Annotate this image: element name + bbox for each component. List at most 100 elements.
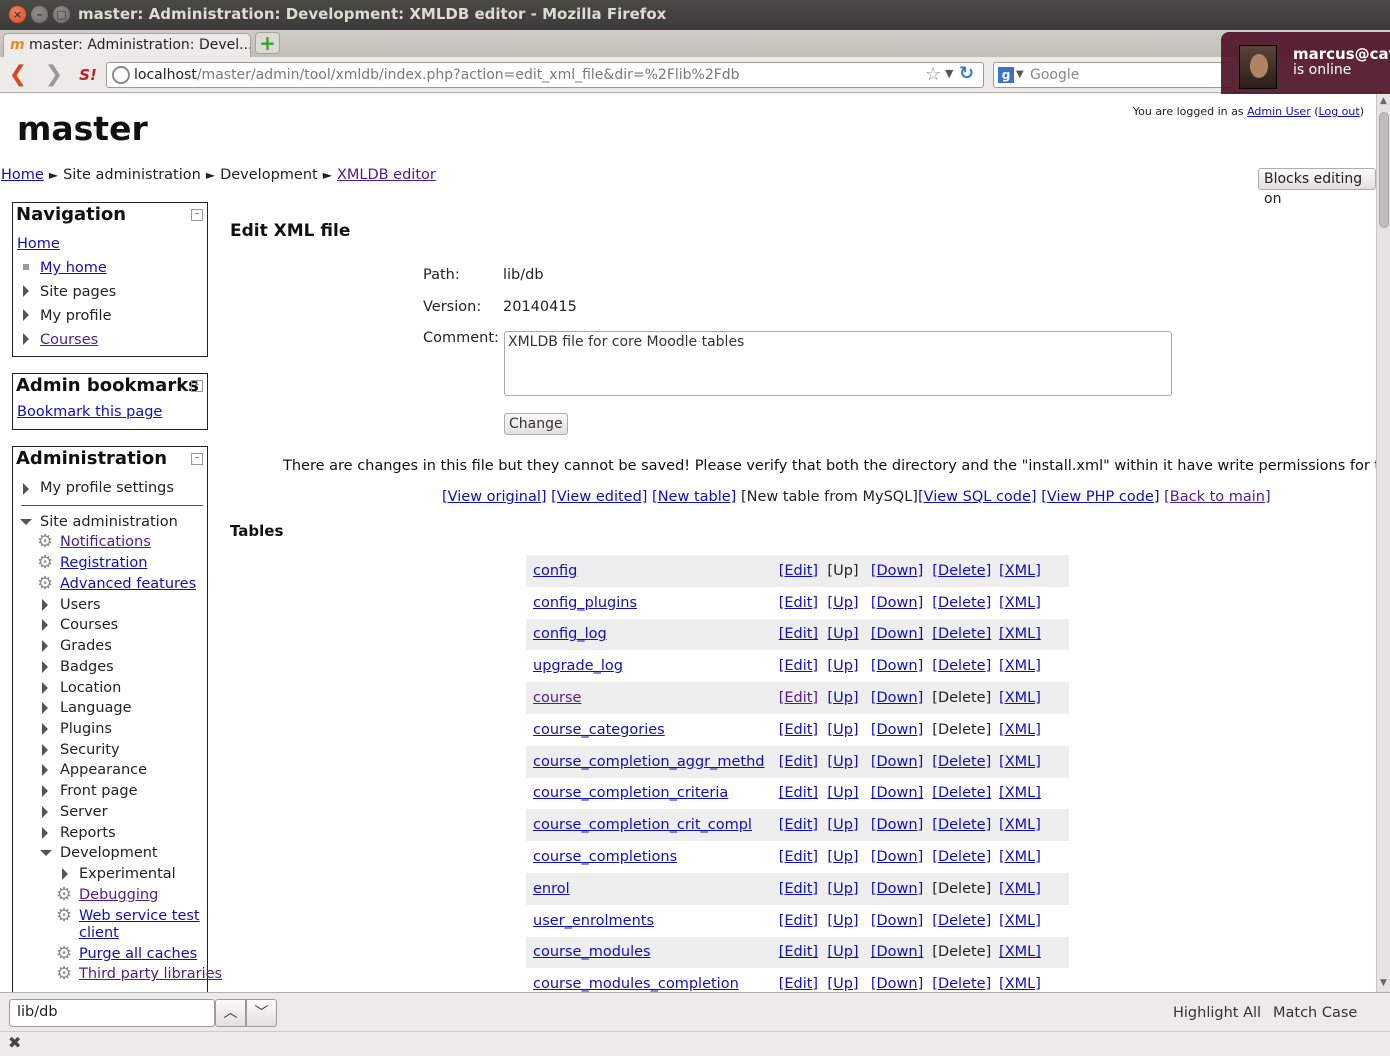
view-xml-link[interactable]: [XML]	[999, 626, 1041, 642]
nav-home-link[interactable]: Home	[17, 236, 60, 252]
move-down-link[interactable]: [Down]	[871, 626, 923, 642]
table-name-link[interactable]: config_plugins	[533, 595, 637, 611]
edit-table-link[interactable]: [Edit]	[779, 785, 818, 801]
purge-caches-link[interactable]: Purge all caches	[79, 946, 197, 962]
table-name-link[interactable]: course_modules	[533, 944, 651, 960]
view-edited-link[interactable]: [View edited]	[551, 489, 647, 505]
delete-table-link[interactable]: [Delete]	[932, 754, 991, 770]
new-table-link[interactable]: [New table]	[652, 489, 736, 505]
edit-table-link[interactable]: [Edit]	[779, 626, 818, 642]
blocks-editing-button[interactable]: Blocks editing on	[1258, 168, 1376, 207]
move-down-link[interactable]: [Down]	[871, 944, 923, 960]
addon-icon[interactable]: S!	[76, 63, 100, 87]
expand-arrow-icon[interactable]	[42, 827, 48, 839]
expand-arrow-icon[interactable]	[42, 640, 48, 652]
scroll-down-icon[interactable]: ▼	[1380, 978, 1387, 988]
web-service-test-link[interactable]: Web service test	[79, 908, 200, 924]
expand-arrow-icon[interactable]	[23, 333, 29, 345]
expand-arrow-icon[interactable]	[62, 868, 68, 880]
admin-language[interactable]: Language	[60, 700, 132, 716]
expand-arrow-icon[interactable]	[42, 619, 48, 631]
admin-badges[interactable]: Badges	[60, 659, 114, 675]
registration-link[interactable]: Registration	[60, 555, 147, 571]
search-engine-dropdown-icon[interactable]: ▼	[1016, 69, 1024, 80]
expand-arrow-icon[interactable]	[42, 764, 48, 776]
move-down-link[interactable]: [Down]	[871, 563, 923, 579]
notifications-link[interactable]: Notifications	[60, 534, 151, 550]
view-xml-link[interactable]: [XML]	[999, 976, 1041, 992]
table-name-link[interactable]: course_modules_completion	[533, 976, 739, 992]
nav-my-profile[interactable]: My profile	[40, 308, 112, 324]
expand-arrow-icon[interactable]	[23, 483, 29, 495]
view-xml-link[interactable]: [XML]	[999, 690, 1041, 706]
admin-users[interactable]: Users	[60, 597, 101, 613]
edit-table-link[interactable]: [Edit]	[779, 658, 818, 674]
collapse-block-icon[interactable]: –	[191, 380, 203, 392]
edit-table-link[interactable]: [Edit]	[779, 690, 818, 706]
nav-courses-link[interactable]: Courses	[40, 332, 98, 348]
expand-arrow-icon[interactable]	[42, 744, 48, 756]
reload-icon[interactable]: ↻	[959, 63, 974, 84]
admin-server[interactable]: Server	[60, 804, 108, 820]
admin-plugins[interactable]: Plugins	[60, 721, 112, 737]
bookmark-this-page-link[interactable]: Bookmark this page	[17, 404, 162, 420]
edit-table-link[interactable]: [Edit]	[779, 849, 818, 865]
expand-arrow-icon[interactable]	[42, 723, 48, 735]
table-name-link[interactable]: user_enrolments	[533, 913, 654, 929]
move-up-link[interactable]: [Up]	[827, 785, 858, 801]
view-xml-link[interactable]: [XML]	[999, 785, 1041, 801]
move-down-link[interactable]: [Down]	[871, 722, 923, 738]
expand-arrow-icon[interactable]	[42, 702, 48, 714]
move-up-link[interactable]: [Up]	[827, 595, 858, 611]
match-case-button[interactable]: Match Case	[1273, 1005, 1357, 1021]
url-bar[interactable]: localhost/master/admin/tool/xmldb/index.…	[106, 62, 984, 88]
nav-site-pages[interactable]: Site pages	[40, 284, 116, 300]
move-up-link[interactable]: [Up]	[827, 722, 858, 738]
delete-table-link[interactable]: [Delete]	[932, 785, 991, 801]
table-name-link[interactable]: course	[533, 690, 581, 706]
collapse-arrow-icon[interactable]	[20, 519, 32, 525]
delete-table-link[interactable]: [Delete]	[932, 563, 991, 579]
table-name-link[interactable]: course_completions	[533, 849, 677, 865]
delete-table-link[interactable]: [Delete]	[932, 658, 991, 674]
minimize-window-icon[interactable]: –	[31, 6, 48, 23]
move-up-link[interactable]: [Up]	[827, 658, 858, 674]
debugging-link[interactable]: Debugging	[79, 887, 158, 903]
advanced-features-link[interactable]: Advanced features	[60, 576, 196, 592]
forward-button[interactable]: ❯	[42, 63, 66, 87]
third-party-libraries-link[interactable]: Third party libraries	[79, 966, 222, 982]
google-icon[interactable]: g	[998, 67, 1014, 83]
move-down-link[interactable]: [Down]	[871, 881, 923, 897]
admin-appearance[interactable]: Appearance	[60, 762, 147, 778]
collapse-block-icon[interactable]: –	[191, 209, 203, 221]
view-xml-link[interactable]: [XML]	[999, 722, 1041, 738]
view-xml-link[interactable]: [XML]	[999, 754, 1041, 770]
delete-table-link[interactable]: [Delete]	[932, 595, 991, 611]
table-name-link[interactable]: upgrade_log	[533, 658, 623, 674]
scrollbar[interactable]: ▲ ▼	[1376, 94, 1390, 992]
move-down-link[interactable]: [Down]	[871, 690, 923, 706]
view-xml-link[interactable]: [XML]	[999, 595, 1041, 611]
edit-table-link[interactable]: [Edit]	[779, 881, 818, 897]
view-php-link[interactable]: [View PHP code]	[1041, 489, 1159, 505]
move-down-link[interactable]: [Down]	[871, 817, 923, 833]
change-button[interactable]: Change	[504, 413, 568, 435]
table-name-link[interactable]: course_completion_aggr_methd	[533, 754, 765, 770]
edit-table-link[interactable]: [Edit]	[779, 944, 818, 960]
table-name-link[interactable]: course_completion_crit_compl	[533, 817, 752, 833]
expand-arrow-icon[interactable]	[23, 285, 29, 297]
edit-table-link[interactable]: [Edit]	[779, 913, 818, 929]
url-text[interactable]: localhost/master/admin/tool/xmldb/index.…	[134, 67, 740, 83]
edit-table-link[interactable]: [Edit]	[779, 722, 818, 738]
admin-user-link[interactable]: Admin User	[1247, 105, 1311, 118]
browser-tab[interactable]: m master: Administration: Devel...	[3, 33, 251, 57]
find-next-button[interactable]: ﹀	[246, 999, 277, 1027]
close-find-bar-icon[interactable]: ✖	[8, 1033, 21, 1052]
breadcrumb-home[interactable]: Home	[1, 167, 44, 183]
table-name-link[interactable]: course_categories	[533, 722, 665, 738]
admin-experimental[interactable]: Experimental	[79, 866, 176, 882]
move-up-link[interactable]: [Up]	[827, 626, 858, 642]
move-down-link[interactable]: [Down]	[871, 849, 923, 865]
expand-arrow-icon[interactable]	[42, 785, 48, 797]
close-window-icon[interactable]: ×	[9, 6, 26, 23]
